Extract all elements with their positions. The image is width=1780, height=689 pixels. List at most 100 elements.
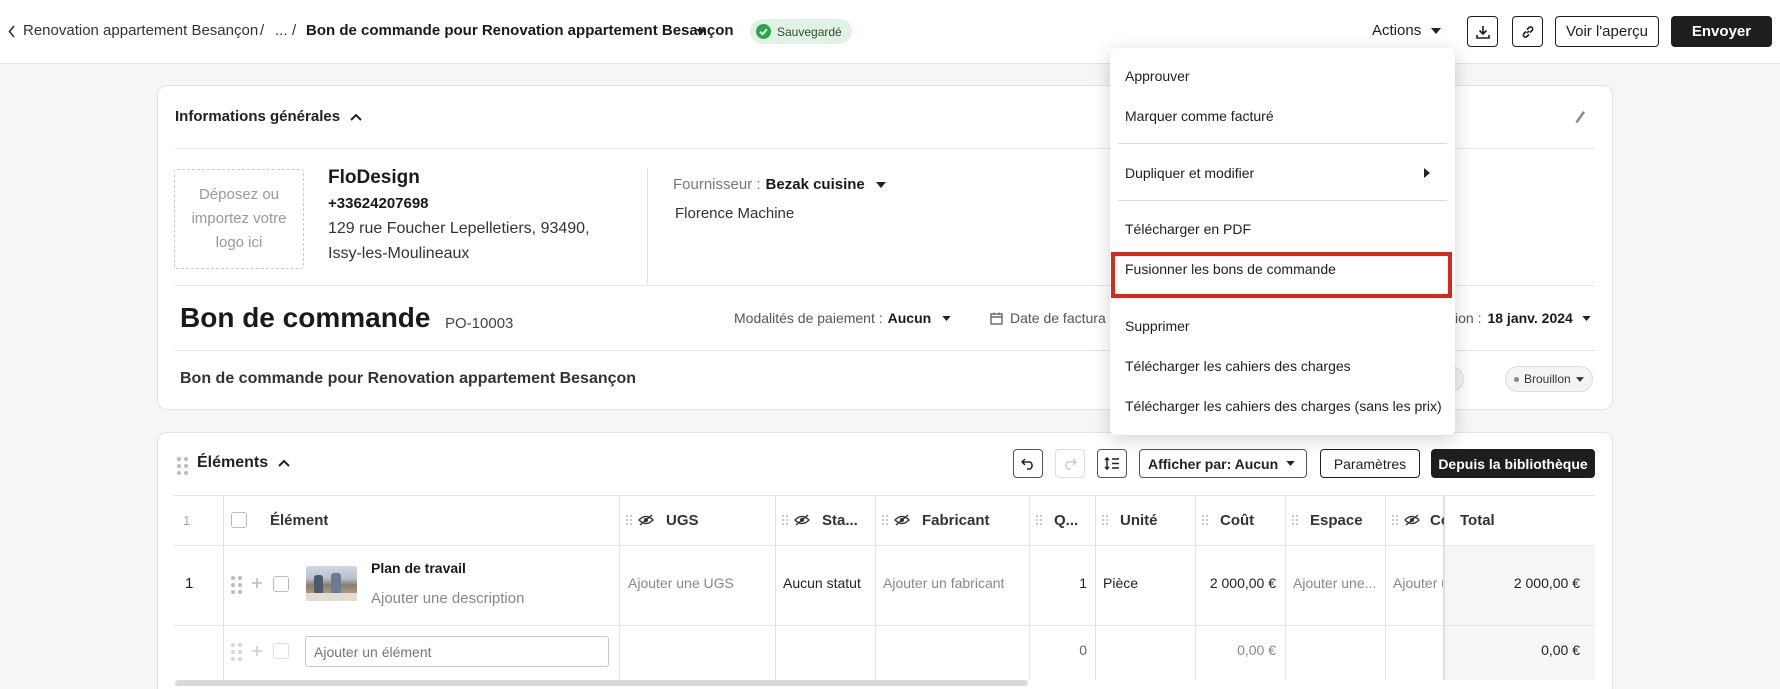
display-by-dropdown[interactable]: Afficher par: Aucun <box>1139 449 1307 478</box>
eye-off-icon[interactable] <box>638 514 654 526</box>
column-divider <box>1285 495 1286 680</box>
chevron-left-icon[interactable] <box>8 25 16 38</box>
supplier-label: Fournisseur : <box>673 176 761 193</box>
general-info-header[interactable]: Informations générales <box>175 108 362 125</box>
item-name[interactable]: Plan de travail <box>371 560 466 576</box>
elements-title: Éléments <box>197 454 269 471</box>
drag-handle-icon[interactable] <box>1202 515 1208 525</box>
supplier-selector[interactable]: Fournisseur : Bezak cuisine <box>673 176 886 193</box>
sort-lines-button[interactable] <box>1097 449 1127 478</box>
column-header-sku[interactable]: UGS <box>626 495 771 545</box>
caret-down-icon[interactable] <box>696 29 706 35</box>
add-row-icon[interactable] <box>251 645 263 657</box>
caret-down-icon <box>1575 376 1584 382</box>
column-header-total[interactable]: Total <box>1460 495 1580 545</box>
column-divider <box>1385 495 1386 680</box>
invoice-date-label: Date de factura <box>1010 310 1106 326</box>
column-header-status[interactable]: Sta... <box>782 495 872 545</box>
eye-off-icon[interactable] <box>794 514 810 526</box>
row-checkbox[interactable] <box>273 576 289 592</box>
column-header-space[interactable]: Espace <box>1292 495 1382 545</box>
drag-handle-icon[interactable] <box>1392 515 1398 525</box>
select-all-checkbox[interactable] <box>231 512 247 528</box>
new-row-total: 0,00 € <box>1541 642 1580 658</box>
menu-item-approve[interactable]: Approuver <box>1125 68 1190 84</box>
add-row-icon[interactable] <box>251 577 263 589</box>
item-co[interactable]: Ajouter u <box>1393 575 1443 591</box>
item-quantity[interactable]: 1 <box>1040 575 1087 591</box>
column-header-maker[interactable]: Fabricant <box>882 495 1027 545</box>
item-sku[interactable]: Ajouter une UGS <box>628 575 734 591</box>
breadcrumb-project[interactable]: Renovation appartement Besançon <box>23 22 258 39</box>
menu-item-mark-invoiced[interactable]: Marquer comme facturé <box>1125 108 1274 124</box>
menu-item-download-specs-no-prices[interactable]: Télécharger les cahiers des charges (san… <box>1125 398 1442 414</box>
drag-handle-icon[interactable] <box>782 515 788 525</box>
actions-menu-button[interactable]: Actions <box>1372 22 1442 39</box>
document-number: PO-10003 <box>445 315 514 332</box>
add-element-input[interactable] <box>305 636 609 667</box>
item-unit[interactable]: Pièce <box>1103 575 1138 591</box>
drag-handle-icon[interactable] <box>1036 515 1042 525</box>
unit-header-label: Unité <box>1120 511 1158 529</box>
column-divider <box>1195 495 1196 680</box>
menu-item-download-specs[interactable]: Télécharger les cahiers des charges <box>1125 358 1351 374</box>
line-height-icon <box>1104 457 1120 470</box>
row-checkbox[interactable] <box>273 643 289 659</box>
item-total: 2 000,00 € <box>1513 575 1580 591</box>
row-divider <box>174 545 1595 546</box>
parameters-button[interactable]: Paramètres <box>1320 449 1420 478</box>
item-space[interactable]: Ajouter une... <box>1293 575 1381 591</box>
menu-item-delete[interactable]: Supprimer <box>1125 318 1190 334</box>
send-button[interactable]: Envoyer <box>1671 16 1772 47</box>
copy-link-button[interactable] <box>1512 16 1543 47</box>
column-header-cost[interactable]: Coût <box>1202 495 1282 545</box>
column-header-element[interactable]: Élément <box>270 495 328 545</box>
menu-item-download-pdf[interactable]: Télécharger en PDF <box>1125 221 1251 237</box>
column-divider <box>223 495 224 680</box>
caret-down-icon <box>1582 315 1591 321</box>
item-cost[interactable]: 2 000,00 € <box>1198 575 1276 591</box>
new-row-cost[interactable]: 0,00 € <box>1198 642 1276 658</box>
eye-off-icon[interactable] <box>1404 514 1420 526</box>
total-column-bg <box>1445 545 1595 680</box>
column-header-quantity[interactable]: Q... <box>1036 495 1094 545</box>
horizontal-scrollbar[interactable] <box>175 680 1028 686</box>
row-divider <box>174 625 1595 626</box>
invoice-date-selector[interactable]: Date de factura <box>990 310 1106 326</box>
drag-handle-icon[interactable] <box>177 457 188 475</box>
drag-handle-icon[interactable] <box>1292 515 1298 525</box>
undo-button[interactable] <box>1013 449 1043 478</box>
logo-dropzone-label: Déposez ou importez votre logo ici <box>191 186 287 251</box>
logo-dropzone[interactable]: Déposez ou importez votre logo ici <box>174 169 304 269</box>
payment-terms-selector[interactable]: Modalités de paiement : Aucun <box>734 310 951 326</box>
edit-pencil-icon[interactable] <box>1573 108 1587 124</box>
column-divider <box>1029 495 1030 680</box>
item-maker[interactable]: Ajouter un fabricant <box>883 575 1004 591</box>
column-header-unit[interactable]: Unité <box>1102 495 1192 545</box>
column-header-co[interactable]: Co <box>1392 495 1444 545</box>
drag-handle-icon[interactable] <box>1102 515 1108 525</box>
caret-down-icon <box>875 181 886 188</box>
redo-button[interactable] <box>1055 449 1085 478</box>
space-header-label: Espace <box>1310 511 1363 529</box>
item-status[interactable]: Aucun statut <box>783 575 861 591</box>
menu-item-duplicate[interactable]: Dupliquer et modifier <box>1125 165 1254 181</box>
elements-header[interactable]: Éléments <box>197 454 290 472</box>
item-thumbnail[interactable] <box>306 566 357 601</box>
menu-divider <box>1118 200 1447 201</box>
from-library-button[interactable]: Depuis la bibliothèque <box>1431 449 1595 478</box>
chevron-up-icon <box>278 459 290 467</box>
drag-handle-icon[interactable] <box>882 515 888 525</box>
drag-handle-icon[interactable] <box>626 515 632 525</box>
eye-off-icon[interactable] <box>894 514 910 526</box>
co-header-label: Co <box>1430 511 1444 529</box>
download-button[interactable] <box>1467 16 1498 47</box>
drag-handle-icon[interactable] <box>231 576 242 594</box>
delivery-date-selector[interactable]: ion : 18 janv. 2024 <box>1455 310 1591 326</box>
item-description[interactable]: Ajouter une description <box>371 590 524 607</box>
preview-button[interactable]: Voir l'aperçu <box>1555 16 1659 47</box>
breadcrumb-current[interactable]: Bon de commande pour Renovation appartem… <box>306 22 734 39</box>
breadcrumb-ellipsis[interactable]: ... <box>275 22 288 39</box>
draft-status-pill[interactable]: Brouillon <box>1505 366 1593 392</box>
new-row-quantity[interactable]: 0 <box>1040 642 1087 658</box>
